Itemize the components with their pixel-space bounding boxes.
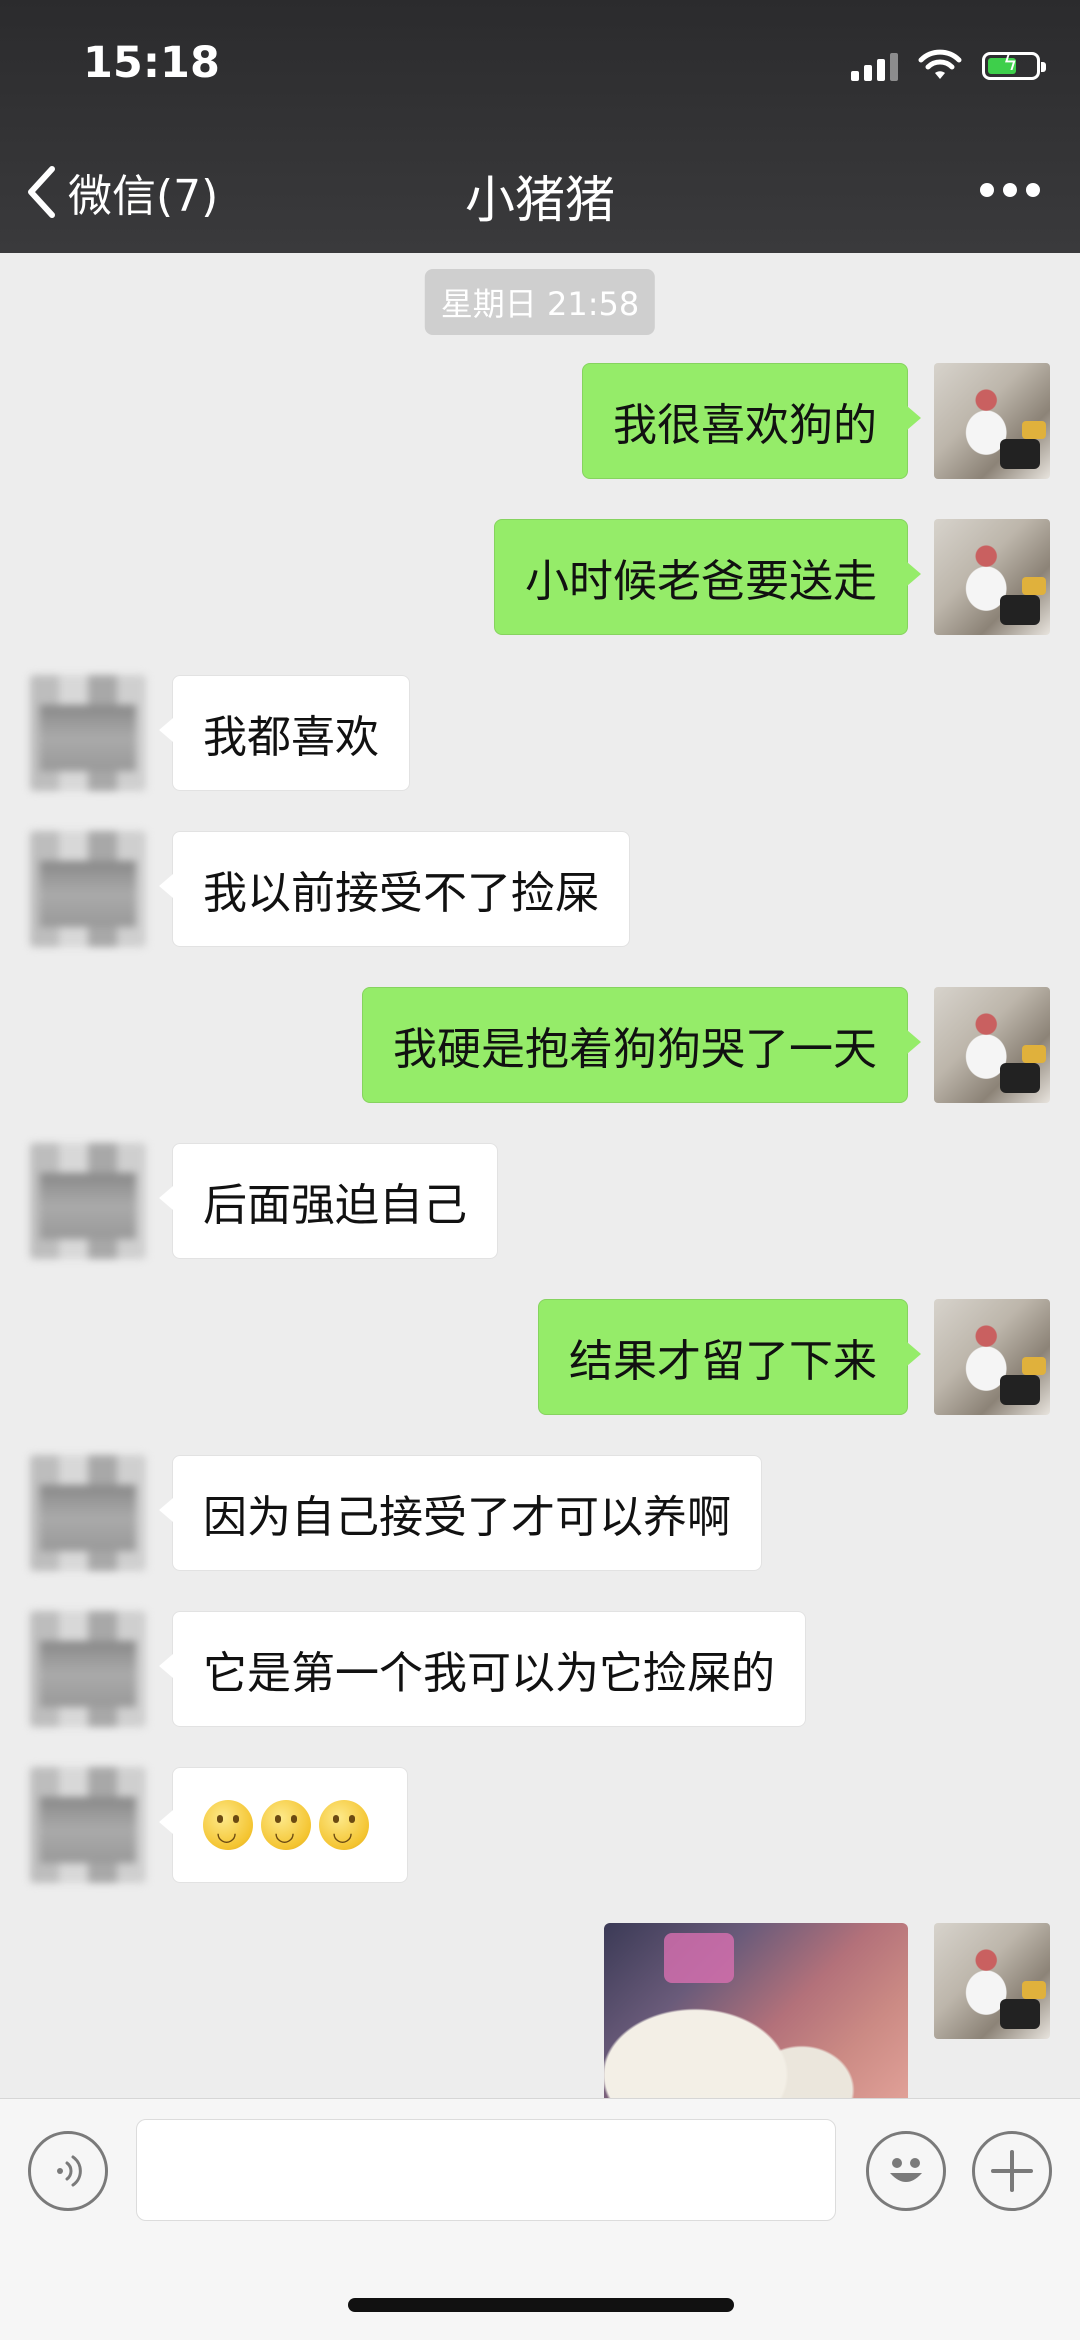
cellular-signal-icon bbox=[851, 51, 898, 81]
emoji-button[interactable] bbox=[866, 2131, 946, 2211]
status-time: 15:18 bbox=[83, 38, 220, 88]
smile-emoji-icon bbox=[261, 1800, 311, 1850]
my-avatar[interactable] bbox=[934, 519, 1050, 635]
chevron-left-icon bbox=[28, 166, 55, 218]
back-button[interactable]: 微信(7) bbox=[26, 160, 218, 224]
contact-avatar[interactable] bbox=[30, 675, 146, 791]
my-avatar[interactable] bbox=[934, 987, 1050, 1103]
my-avatar[interactable] bbox=[934, 363, 1050, 479]
more-options-icon[interactable] bbox=[980, 183, 1040, 197]
plus-icon bbox=[991, 2150, 1033, 2192]
contact-message-bubble[interactable]: 它是第一个我可以为它捡屎的 bbox=[159, 1611, 806, 1727]
contact-avatar[interactable] bbox=[30, 1143, 146, 1259]
top-bar: 15:18 ϟ 微信(7) 小猪猪 bbox=[0, 0, 1080, 253]
message-timestamp: 星期日 21:58 bbox=[424, 269, 656, 335]
contact-message-bubble[interactable]: 后面强迫自己 bbox=[159, 1143, 498, 1259]
smile-emoji-icon bbox=[203, 1800, 253, 1850]
my-message-bubble[interactable]: 我很喜欢狗的 bbox=[582, 363, 921, 479]
contact-emoji-bubble[interactable] bbox=[159, 1767, 408, 1883]
my-avatar[interactable] bbox=[934, 1923, 1050, 2039]
emoji-face-icon bbox=[890, 2158, 922, 2182]
my-avatar[interactable] bbox=[934, 1299, 1050, 1415]
my-message-bubble[interactable]: 我硬是抱着狗狗哭了一天 bbox=[362, 987, 921, 1103]
my-message-bubble[interactable]: 小时候老爸要送走 bbox=[494, 519, 921, 635]
contact-message-bubble[interactable]: 我都喜欢 bbox=[159, 675, 410, 791]
home-indicator[interactable] bbox=[348, 2298, 734, 2312]
more-actions-button[interactable] bbox=[972, 2131, 1052, 2211]
contact-avatar[interactable] bbox=[30, 1455, 146, 1571]
dogs-photo-message[interactable] bbox=[604, 1923, 908, 2098]
contact-message-bubble[interactable]: 我以前接受不了捡屎 bbox=[159, 831, 630, 947]
contact-avatar[interactable] bbox=[30, 1611, 146, 1727]
voice-button[interactable] bbox=[28, 2131, 108, 2211]
contact-avatar[interactable] bbox=[30, 831, 146, 947]
my-message-bubble[interactable]: 结果才留了下来 bbox=[538, 1299, 921, 1415]
chat-area[interactable]: 星期日 21:58 我很喜欢狗的 小时候老爸要送走 我都喜欢 我以前接受不了捡屎… bbox=[0, 253, 1080, 2098]
back-label: 微信(7) bbox=[68, 171, 219, 222]
contact-message-bubble[interactable]: 因为自己接受了才可以养啊 bbox=[159, 1455, 762, 1571]
wifi-icon bbox=[918, 49, 962, 79]
status-icons: ϟ bbox=[851, 48, 1046, 84]
smile-emoji-icon bbox=[319, 1800, 369, 1850]
message-input[interactable] bbox=[136, 2119, 836, 2221]
voice-icon bbox=[57, 2155, 82, 2187]
battery-icon: ϟ bbox=[982, 52, 1046, 80]
contact-avatar[interactable] bbox=[30, 1767, 146, 1883]
